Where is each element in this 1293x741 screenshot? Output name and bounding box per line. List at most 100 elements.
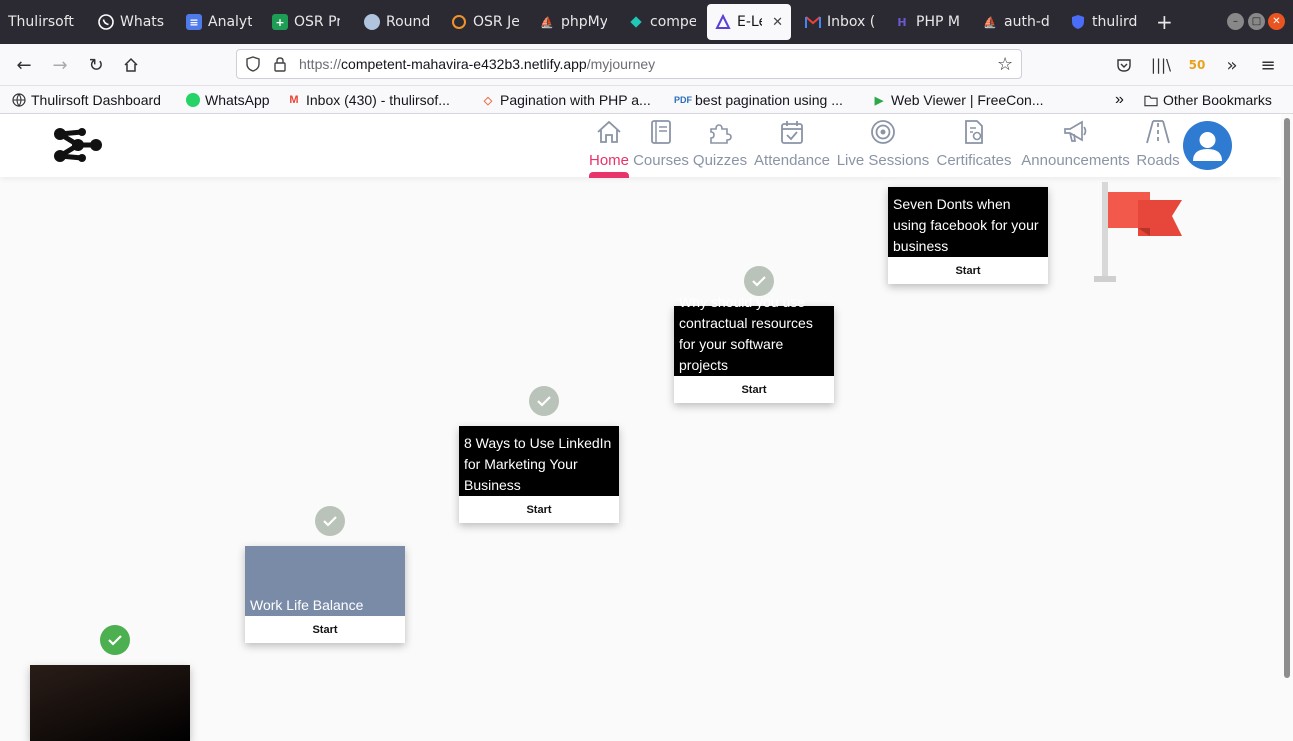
tab-compe[interactable]: compe (620, 0, 704, 44)
overflow-chevron-icon[interactable]: » (1220, 53, 1244, 77)
pdf-icon: PDF (674, 95, 692, 105)
nav-quizzes[interactable]: Quizzes (692, 114, 748, 177)
bookmark-pagination-php[interactable]: ◇ Pagination with PHP a... (481, 90, 651, 110)
start-button[interactable]: Start (888, 257, 1048, 284)
tab-thulirsoft[interactable]: Thulirsoft (0, 0, 86, 44)
home-icon[interactable] (119, 53, 143, 77)
nav-label: Certificates (936, 152, 1012, 169)
tab-label: Thulirsoft (8, 14, 74, 30)
card-title: Work Life Balance (250, 597, 364, 613)
nav-live-sessions[interactable]: Live Sessions (836, 114, 930, 177)
avatar[interactable] (1183, 121, 1232, 170)
nav-label: Announcements (1021, 152, 1130, 169)
play-icon: ▶ (874, 94, 884, 107)
browser-tab-bar: Thulirsoft Whats ≡ Analyt + OSR Pr Round… (0, 0, 1293, 44)
nav-label: Quizzes (692, 152, 748, 169)
card-image: Why should you use contractual resources… (674, 294, 834, 376)
bookmark-inbox[interactable]: M Inbox (430) - thulirsof... (287, 90, 450, 110)
other-bookmarks[interactable]: Other Bookmarks (1144, 90, 1272, 110)
check-icon (315, 506, 345, 536)
card-image: Seven Donts when using facebook for your… (888, 187, 1048, 257)
start-button[interactable]: Start (245, 616, 405, 643)
card-image: 8 Ways to Use LinkedIn for Marketing You… (459, 426, 619, 496)
library-icon[interactable]: |||\ (1149, 53, 1173, 77)
tab-label: Whats (120, 14, 165, 30)
tracking-shield-icon[interactable] (245, 56, 261, 76)
tab-php-m[interactable]: H PHP M (886, 0, 970, 44)
nav-roads[interactable]: Roads (1136, 114, 1180, 177)
journey-card (30, 665, 190, 741)
url-host: competent-mahavira-e432b3.netlify.app (341, 56, 587, 72)
tab-e-learning[interactable]: E-Le ✕ (707, 4, 791, 40)
nav-courses[interactable]: Courses (633, 114, 689, 177)
close-tab-icon[interactable]: ✕ (772, 15, 783, 30)
minimize-icon[interactable]: – (1227, 13, 1244, 30)
phpmyadmin-icon: ⛵ (540, 15, 554, 29)
active-nav-indicator (589, 172, 629, 178)
bookmark-label: Thulirsoft Dashboard (31, 92, 161, 108)
nav-label: Attendance (754, 152, 830, 169)
close-window-icon[interactable]: ✕ (1268, 13, 1285, 30)
app-header: Home Courses Quizzes Attendance Live Ses… (0, 114, 1281, 177)
tab-auth[interactable]: ⛵ auth-d (974, 0, 1058, 44)
app-logo[interactable] (52, 124, 104, 170)
target-icon (869, 118, 897, 146)
check-icon (100, 625, 130, 655)
nav-announcements[interactable]: Announcements (1018, 114, 1133, 177)
bookmark-whatsapp[interactable]: WhatsApp (186, 90, 270, 110)
back-icon[interactable]: ← (12, 53, 36, 77)
puzzle-icon (706, 118, 734, 146)
lock-icon[interactable] (273, 56, 287, 76)
bookmark-best-pagination[interactable]: PDF best pagination using ... (674, 90, 843, 110)
book-icon (647, 118, 675, 146)
start-button[interactable]: Start (459, 496, 619, 523)
hamburger-menu-icon[interactable]: ≡ (1256, 53, 1280, 77)
tab-round[interactable]: Round (356, 0, 438, 44)
tab-label: PHP M (916, 14, 960, 30)
url-text: https://competent-mahavira-e432b3.netlif… (299, 56, 655, 72)
finish-flag-icon (1094, 180, 1186, 288)
bookmark-label: WhatsApp (205, 92, 270, 108)
nav-home[interactable]: Home (588, 114, 630, 177)
whatsapp-icon (186, 93, 200, 107)
tab-phpmy[interactable]: ⛵ phpMy (531, 0, 615, 44)
extension-icon[interactable]: 50 (1185, 53, 1209, 77)
tab-osr-je[interactable]: OSR Je (443, 0, 527, 44)
road-icon (1144, 118, 1172, 146)
bookmark-thulirsoft[interactable]: Thulirsoft Dashboard (12, 90, 161, 110)
nav-attendance[interactable]: Attendance (751, 114, 833, 177)
start-button[interactable]: Start (674, 376, 834, 403)
bookmarks-overflow-icon[interactable]: » (1115, 90, 1124, 110)
card-image: Work Life Balance (245, 546, 405, 616)
tab-label: Round (386, 14, 430, 30)
tab-label: thulird (1092, 14, 1138, 30)
journey-card: Why should you use contractual resources… (674, 294, 834, 403)
ring-icon (451, 14, 467, 30)
tab-inbox[interactable]: Inbox ( (797, 0, 883, 44)
card-image (30, 665, 190, 741)
whatsapp-icon (98, 14, 114, 30)
tab-osr-pr[interactable]: + OSR Pr (264, 0, 348, 44)
tab-analytics[interactable]: ≡ Analyt (178, 0, 260, 44)
forward-icon[interactable]: → (48, 53, 72, 77)
docs-icon: ≡ (186, 14, 202, 30)
nav-certificates[interactable]: Certificates (933, 114, 1015, 177)
reload-icon[interactable]: ↻ (84, 53, 108, 77)
bookmark-web-viewer[interactable]: ▶ Web Viewer | FreeCon... (872, 90, 1044, 110)
tab-whatsapp[interactable]: Whats (90, 0, 174, 44)
tab-label: OSR Pr (294, 14, 340, 30)
url-path: /myjourney (586, 56, 656, 72)
bookmark-star-icon[interactable]: ☆ (997, 54, 1013, 75)
new-tab-icon[interactable]: + (1156, 10, 1173, 34)
sheets-icon: + (272, 14, 288, 30)
scrollbar-thumb[interactable] (1284, 118, 1290, 678)
bookmark-label: best pagination using ... (695, 92, 843, 108)
pocket-icon[interactable] (1112, 53, 1136, 77)
maximize-icon[interactable]: □ (1248, 13, 1265, 30)
url-bar[interactable]: https://competent-mahavira-e432b3.netlif… (236, 49, 1022, 79)
home-icon (595, 118, 623, 146)
globe-icon (12, 93, 26, 107)
tab-thulird[interactable]: thulird (1062, 0, 1146, 44)
diamond-icon: ◇ (483, 94, 493, 107)
url-scheme: https:// (299, 56, 342, 72)
